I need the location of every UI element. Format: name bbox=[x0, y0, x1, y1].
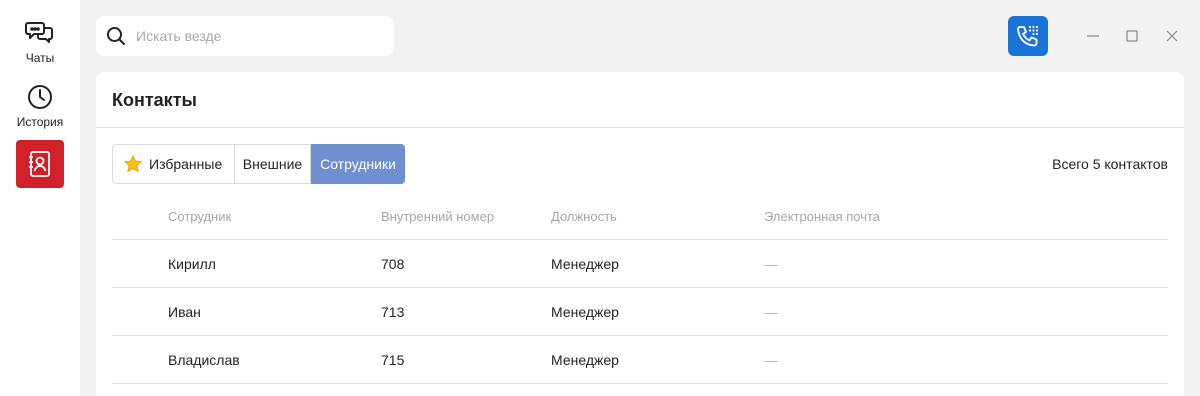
contact-position: Менеджер bbox=[551, 352, 619, 368]
tab-external-label: Внешние bbox=[242, 156, 303, 172]
maximize-button[interactable] bbox=[1122, 26, 1142, 46]
nav-label-chats: Чаты bbox=[25, 51, 55, 65]
table-header: Сотрудник Внутренний номер Должность Эле… bbox=[112, 192, 1168, 240]
tab-favorites[interactable]: Избранные bbox=[112, 144, 235, 184]
tab-employees[interactable]: Сотрудники bbox=[311, 144, 405, 184]
contact-name: Кирилл bbox=[168, 256, 216, 272]
contacts-table: Сотрудник Внутренний номер Должность Эле… bbox=[112, 192, 1168, 384]
nav-item-history[interactable]: История bbox=[0, 82, 80, 129]
column-header-extension[interactable]: Внутренний номер bbox=[381, 209, 494, 224]
column-header-position[interactable]: Должность bbox=[551, 209, 617, 224]
contact-extension: 715 bbox=[381, 352, 405, 368]
contact-name: Иван bbox=[168, 304, 201, 320]
contacts-count: Всего 5 контактов bbox=[1052, 156, 1168, 172]
close-button[interactable] bbox=[1162, 26, 1182, 46]
table-row[interactable]: Владислав 715 Менеджер — bbox=[112, 336, 1168, 384]
contact-email: — bbox=[764, 352, 778, 368]
column-header-employee[interactable]: Сотрудник bbox=[168, 209, 231, 224]
close-icon bbox=[1165, 29, 1179, 43]
table-row[interactable]: Кирилл 708 Менеджер — bbox=[112, 240, 1168, 288]
table-row[interactable]: Иван 713 Менеджер — bbox=[112, 288, 1168, 336]
phone-dialpad-icon bbox=[1015, 23, 1041, 49]
contact-email: — bbox=[764, 256, 778, 272]
divider bbox=[96, 127, 1184, 128]
clock-icon bbox=[25, 82, 55, 112]
nav-label-history: История bbox=[16, 115, 64, 129]
tab-favorites-label: Избранные bbox=[149, 156, 223, 172]
nav-item-contacts[interactable] bbox=[16, 140, 64, 188]
search-input[interactable] bbox=[136, 28, 376, 44]
maximize-icon bbox=[1125, 29, 1139, 43]
search-icon bbox=[106, 26, 126, 46]
search-bar[interactable] bbox=[96, 16, 394, 56]
column-header-email[interactable]: Электронная почта bbox=[764, 209, 880, 224]
contacts-book-icon bbox=[27, 150, 53, 178]
chat-bubbles-icon bbox=[25, 18, 55, 48]
minimize-button[interactable] bbox=[1083, 26, 1103, 46]
page-title: Контакты bbox=[112, 90, 197, 110]
star-icon bbox=[123, 154, 143, 174]
call-button[interactable] bbox=[1008, 16, 1048, 56]
contacts-tabs: Избранные Внешние Сотрудники bbox=[112, 144, 405, 184]
minimize-icon bbox=[1086, 29, 1100, 43]
contact-extension: 713 bbox=[381, 304, 405, 320]
contact-position: Менеджер bbox=[551, 256, 619, 272]
contact-name: Владислав bbox=[168, 352, 240, 368]
tab-employees-label: Сотрудники bbox=[320, 156, 396, 172]
tab-external[interactable]: Внешние bbox=[235, 144, 311, 184]
nav-item-chats[interactable]: Чаты bbox=[0, 18, 80, 65]
contact-extension: 708 bbox=[381, 256, 405, 272]
sidebar: Чаты История bbox=[0, 0, 80, 396]
contact-position: Менеджер bbox=[551, 304, 619, 320]
contacts-panel: Контакты Избранные Внешние Сотрудники Вс… bbox=[96, 72, 1184, 396]
contact-email: — bbox=[764, 304, 778, 320]
